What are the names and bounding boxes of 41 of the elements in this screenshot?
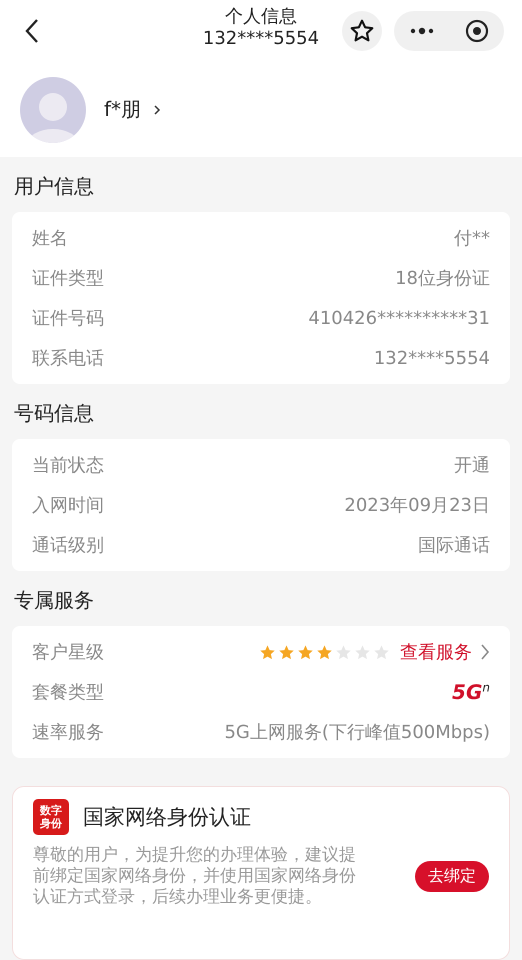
star-icon: [278, 644, 295, 660]
star-icon: [335, 644, 352, 660]
banner-text: 尊敬的用户，为提升您的办理体验，建议提前绑定国家网络身份，并使用国家网络身份认证方式登录，后续办理业务更便捷。: [33, 845, 357, 908]
field-label: 联系电话: [32, 347, 104, 370]
field-label: 套餐类型: [32, 681, 104, 704]
field-label: 证件类型: [32, 267, 104, 290]
field-label: 当前状态: [32, 454, 104, 477]
banner-title: 国家网络身份认证: [83, 804, 251, 831]
phone-subtitle: 132****5554: [202, 28, 320, 50]
field-label: 证件号码: [32, 307, 104, 330]
bind-button[interactable]: 去绑定: [415, 861, 489, 892]
profile-name[interactable]: f*朋: [104, 96, 162, 123]
field-value: 付**: [454, 227, 490, 250]
page-title: 个人信息: [225, 6, 297, 28]
chevron-right-icon: [153, 104, 162, 116]
field-value: 开通: [454, 454, 490, 477]
field-value: 5G上网服务(下行峰值500Mbps): [224, 721, 490, 744]
field-label: 姓名: [32, 227, 68, 250]
star-icon: [316, 644, 333, 660]
field-label: 客户星级: [32, 641, 104, 664]
star-icon: [354, 644, 371, 660]
field-value: 18位身份证: [395, 267, 490, 290]
field-label: 通话级别: [32, 534, 104, 557]
field-value: 410426**********31: [308, 308, 490, 328]
section-title: 号码信息: [13, 400, 95, 427]
field-value: 2023年09月23日: [344, 494, 490, 517]
star-icon: [373, 644, 390, 660]
chevron-right-icon: [480, 643, 490, 661]
star-icon: [297, 644, 314, 660]
section-title: 用户信息: [13, 173, 95, 200]
field-label: 入网时间: [32, 494, 104, 517]
more-icon[interactable]: [410, 27, 434, 35]
star-icon: [259, 644, 276, 660]
field-value: 国际通话: [418, 534, 490, 557]
view-service-link[interactable]: 查看服务: [400, 640, 490, 664]
field-label: 速率服务: [32, 721, 104, 744]
section-title: 专属服务: [13, 587, 95, 614]
digital-id-logo: 数字身份: [33, 799, 69, 835]
plan-type-label: 5G$^{n}$: [452, 680, 490, 704]
close-target-icon[interactable]: [464, 19, 488, 43]
field-value: 132****5554: [374, 348, 490, 368]
